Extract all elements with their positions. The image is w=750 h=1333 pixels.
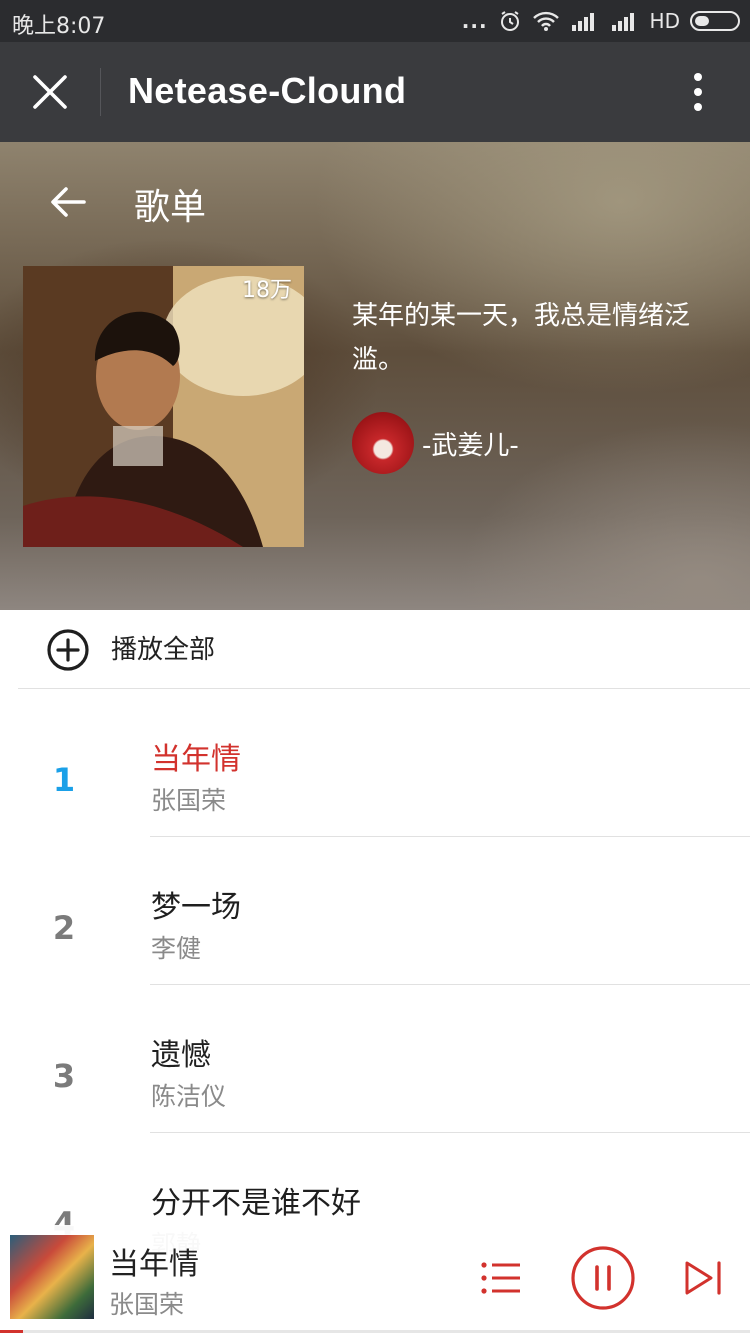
play-all-button[interactable]: 播放全部 <box>0 610 750 688</box>
playlist-header: 歌单 18万 某年的某一天，我总是情绪泛滥。 -武姜儿- <box>0 142 750 610</box>
song-artist: 李健 <box>151 934 202 963</box>
song-index: 2 <box>52 909 76 947</box>
list-icon <box>481 1262 520 1294</box>
more-dots-icon: ... <box>461 9 488 33</box>
mini-player: 当年情 张国荣 <box>0 1225 750 1333</box>
back-button[interactable] <box>44 178 92 226</box>
pause-button[interactable] <box>570 1245 636 1311</box>
playlist-description: 某年的某一天，我总是情绪泛滥。 <box>352 301 691 375</box>
song-row[interactable]: 3 遗憾 陈洁仪 <box>0 985 750 1133</box>
song-index: 3 <box>52 1057 76 1095</box>
song-row[interactable]: 1 当年情 张国荣 <box>0 689 750 837</box>
battery-icon <box>690 11 740 31</box>
wifi-icon <box>532 10 560 32</box>
more-menu-button[interactable] <box>670 64 726 120</box>
playlist-creator[interactable]: -武姜儿- <box>352 412 519 474</box>
play-count: 18万 <box>242 278 292 303</box>
playlist-queue-button[interactable] <box>478 1255 524 1301</box>
network-type: HD <box>649 9 680 33</box>
alarm-icon <box>498 9 522 33</box>
avatar <box>352 412 414 474</box>
app-title: Netease-Clound <box>128 70 407 111</box>
signal-icon-2 <box>610 10 640 32</box>
play-all-label: 播放全部 <box>111 635 216 665</box>
cover-artwork <box>23 266 304 547</box>
signal-icon <box>570 10 600 32</box>
app-title-bar: Netease-Clound <box>0 42 750 142</box>
arrow-left-icon <box>51 187 86 217</box>
add-circle-icon <box>47 629 89 671</box>
song-artist: 张国荣 <box>151 786 227 815</box>
song-title: 梦一场 <box>151 890 241 925</box>
now-playing-title: 当年情 <box>109 1247 199 1282</box>
status-bar: 晚上8:07 ... HD <box>0 0 750 42</box>
status-time: 晚上8:07 <box>12 14 106 39</box>
now-playing-artist: 张国荣 <box>109 1290 185 1319</box>
creator-name: -武姜儿- <box>422 430 519 461</box>
status-icons: ... HD <box>462 6 740 36</box>
skip-next-icon <box>685 1261 721 1295</box>
close-icon <box>33 75 67 109</box>
song-title: 遗憾 <box>151 1038 211 1073</box>
close-button[interactable] <box>22 64 78 120</box>
song-row[interactable]: 2 梦一场 李健 <box>0 837 750 985</box>
playlist-cover[interactable]: 18万 <box>23 266 304 547</box>
song-title: 分开不是谁不好 <box>151 1186 361 1221</box>
song-artist: 陈洁仪 <box>151 1082 227 1111</box>
title-divider <box>100 68 101 116</box>
song-index: 1 <box>52 761 76 799</box>
more-vertical-icon <box>694 73 702 111</box>
song-title: 当年情 <box>151 742 241 777</box>
page-heading: 歌单 <box>134 187 207 228</box>
pause-icon <box>571 1246 635 1310</box>
now-playing-cover[interactable] <box>10 1235 94 1319</box>
next-track-button[interactable] <box>682 1257 724 1299</box>
song-list: 1 当年情 张国荣 2 梦一场 李健 3 遗憾 陈洁仪 4 分开不是谁不好 郭静 <box>0 689 750 1281</box>
